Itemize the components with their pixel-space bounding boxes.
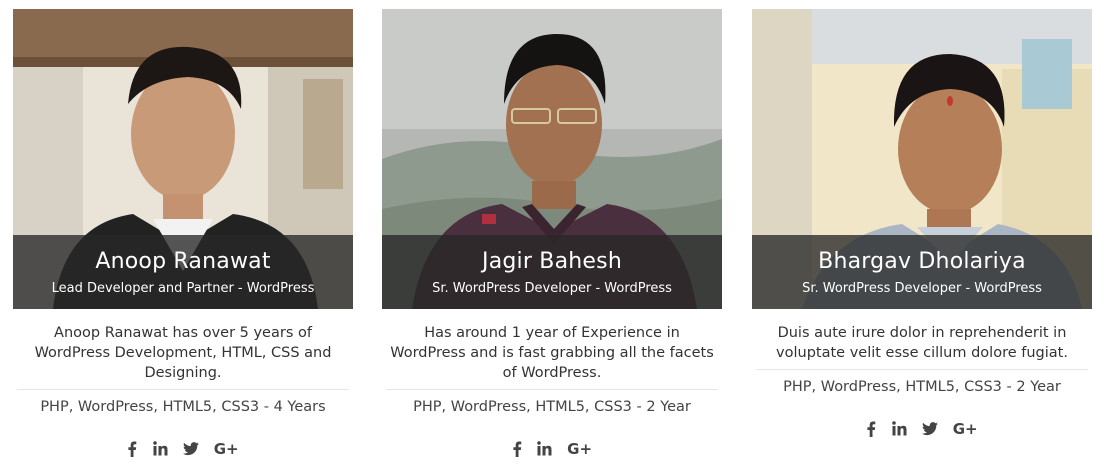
linkedin-icon[interactable]	[152, 441, 168, 456]
facebook-icon[interactable]	[512, 441, 522, 457]
team-member-card: Anoop Ranawat Lead Developer and Partner…	[13, 9, 353, 458]
linkedin-icon[interactable]	[891, 421, 907, 436]
team-section: Anoop Ranawat Lead Developer and Partner…	[0, 0, 1105, 470]
member-photo: Jagir Bahesh Sr. WordPress Developer - W…	[382, 9, 722, 309]
social-links: G+	[752, 418, 1092, 438]
member-caption: Anoop Ranawat Lead Developer and Partner…	[13, 235, 353, 309]
google-plus-icon[interactable]: G+	[953, 420, 978, 438]
divider	[17, 389, 349, 390]
social-links: G+	[13, 438, 353, 458]
member-caption: Bhargav Dholariya Sr. WordPress Develope…	[752, 235, 1092, 309]
twitter-icon[interactable]	[182, 441, 199, 456]
member-photo: Anoop Ranawat Lead Developer and Partner…	[13, 9, 353, 309]
facebook-icon[interactable]	[866, 421, 876, 437]
member-caption: Jagir Bahesh Sr. WordPress Developer - W…	[382, 235, 722, 309]
member-photo: Bhargav Dholariya Sr. WordPress Develope…	[752, 9, 1092, 309]
member-name: Bhargav Dholariya	[818, 249, 1026, 274]
member-bio: Anoop Ranawat has over 5 years of WordPr…	[34, 325, 332, 381]
member-skills: PHP, WordPress, HTML5, CSS3 - 4 Years	[40, 399, 326, 415]
facebook-icon[interactable]	[127, 441, 137, 457]
member-name: Jagir Bahesh	[482, 249, 622, 274]
member-bio: Has around 1 year of Experience in WordP…	[390, 325, 714, 381]
member-skills: PHP, WordPress, HTML5, CSS3 - 2 Year	[413, 399, 691, 415]
member-role: Sr. WordPress Developer - WordPress	[802, 281, 1042, 296]
member-role: Lead Developer and Partner - WordPress	[51, 281, 315, 296]
linkedin-icon[interactable]	[537, 441, 552, 456]
google-plus-icon[interactable]: G+	[567, 440, 592, 458]
team-member-card: Bhargav Dholariya Sr. WordPress Develope…	[752, 9, 1092, 438]
member-skills: PHP, WordPress, HTML5, CSS3 - 2 Year	[783, 379, 1061, 395]
divider	[386, 389, 718, 390]
google-plus-icon[interactable]: G+	[214, 440, 239, 458]
twitter-icon[interactable]	[921, 421, 938, 436]
member-bio: Duis aute irure dolor in reprehenderit i…	[776, 325, 1068, 361]
team-member-card: Jagir Bahesh Sr. WordPress Developer - W…	[382, 9, 722, 458]
divider	[756, 369, 1088, 370]
member-name: Anoop Ranawat	[95, 249, 271, 274]
member-role: Sr. WordPress Developer - WordPress	[432, 281, 672, 296]
social-links: G+	[382, 438, 722, 458]
